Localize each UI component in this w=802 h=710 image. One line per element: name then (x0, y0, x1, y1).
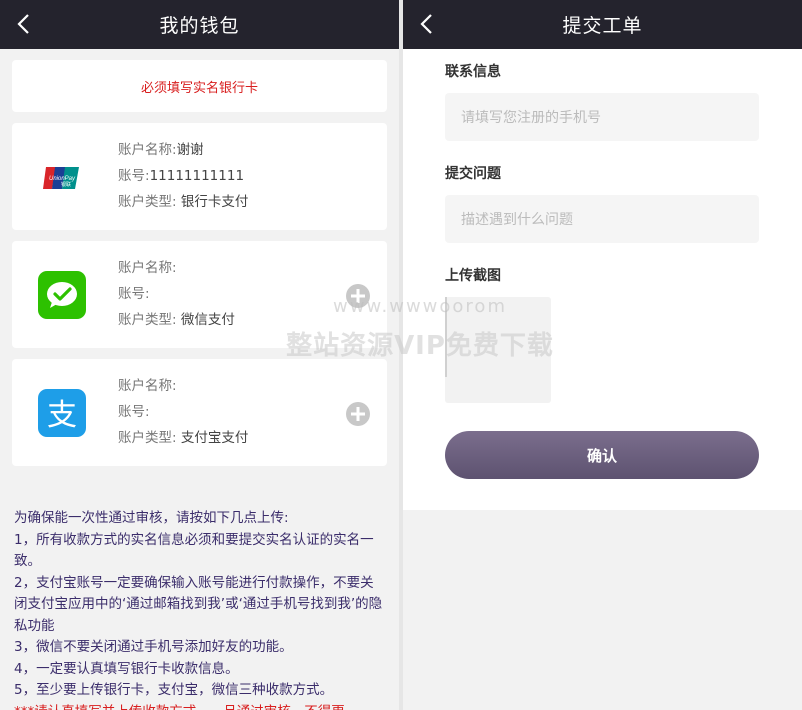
upload-rules: 为确保能一次性通过审核，请按如下几点上传: 1，所有收款方式的实名信息必须和要提… (14, 508, 385, 710)
svg-text:支: 支 (47, 398, 77, 433)
account-name-row: 账户名称:谢谢 (118, 142, 204, 158)
rules-warning: ***请认真填写并上传收款方式，一旦通过审核，不得更 (14, 702, 385, 710)
upload-label: 上传截图 (445, 268, 501, 284)
screenshot-stage: 我的钱包 必须填写实名银行卡 UnionPay 银联 账户名称:谢谢 账号:11… (0, 0, 802, 710)
problem-input-placeholder: 描述遇到什么问题 (461, 212, 573, 228)
svg-text:银联: 银联 (61, 181, 71, 188)
account-type-row: 账户类型: 微信支付 (118, 312, 235, 328)
add-wechat-plus-icon[interactable] (345, 283, 371, 309)
ticket-nav-bar: 提交工单 (403, 0, 802, 49)
contact-label: 联系信息 (445, 64, 501, 80)
unionpay-icon: UnionPay 银联 (42, 165, 82, 191)
add-alipay-plus-icon[interactable] (345, 401, 371, 427)
upload-box-edge (445, 297, 447, 377)
problem-label: 提交问题 (445, 166, 501, 182)
account-number-row: 账号: (118, 286, 150, 302)
screenshot-upload-box[interactable] (445, 297, 551, 403)
page-bottom-background (403, 510, 802, 710)
account-type-row: 账户类型: 银行卡支付 (118, 194, 249, 210)
page-title: 提交工单 (562, 15, 643, 37)
realname-notice: 必须填写实名银行卡 (12, 60, 387, 112)
back-arrow-icon[interactable] (14, 13, 36, 35)
account-name-row: 账户名称: (118, 378, 177, 394)
account-info: 账户名称: 账号: 账户类型: 微信支付 (118, 255, 235, 333)
rule-item: 2，支付宝账号一定要确保输入账号能进行付款操作，不要关闭支付宝应用中的‘通过邮箱… (14, 574, 383, 634)
wallet-nav-bar: 我的钱包 (0, 0, 399, 49)
wallet-screen: 我的钱包 必须填写实名银行卡 UnionPay 银联 账户名称:谢谢 账号:11… (0, 0, 399, 710)
phone-input-placeholder: 请填写您注册的手机号 (461, 110, 601, 126)
account-info: 账户名称: 账号: 账户类型: 支付宝支付 (118, 373, 248, 451)
account-number-row: 账号: (118, 404, 150, 420)
account-card-wechat[interactable]: 账户名称: 账号: 账户类型: 微信支付 (12, 241, 387, 348)
confirm-button[interactable]: 确认 (445, 431, 759, 479)
problem-input[interactable]: 描述遇到什么问题 (445, 195, 759, 243)
alipay-icon: 支 (38, 389, 86, 437)
back-arrow-icon[interactable] (417, 13, 439, 35)
account-name-row: 账户名称: (118, 260, 177, 276)
wechat-icon (38, 271, 86, 319)
phone-input[interactable]: 请填写您注册的手机号 (445, 93, 759, 141)
page-title: 我的钱包 (159, 15, 240, 37)
rules-intro: 为确保能一次性通过审核，请按如下几点上传: (14, 510, 289, 526)
rule-item: 4，一定要认真填写银行卡收款信息。 (14, 660, 239, 677)
account-card-alipay[interactable]: 支 账户名称: 账号: 账户类型: 支付宝支付 (12, 359, 387, 466)
realname-notice-text: 必须填写实名银行卡 (140, 80, 258, 96)
account-number-row: 账号:11111111111 (118, 168, 245, 184)
ticket-screen: 提交工单 联系信息 请填写您注册的手机号 提交问题 描述遇到什么问题 上传截图 … (403, 0, 802, 710)
account-info: 账户名称:谢谢 账号:11111111111 账户类型: 银行卡支付 (118, 137, 248, 215)
account-type-row: 账户类型: 支付宝支付 (118, 430, 249, 446)
ticket-form: 联系信息 请填写您注册的手机号 提交问题 描述遇到什么问题 上传截图 确认 (403, 49, 802, 479)
account-card-bank[interactable]: UnionPay 银联 账户名称:谢谢 账号:11111111111 账户类型:… (12, 123, 387, 230)
rule-item: 1，所有收款方式的实名信息必须和要提交实名认证的实名一致。 (14, 531, 374, 570)
rule-item: 5，至少要上传银行卡，支付宝，微信三种收款方式。 (14, 682, 334, 698)
rule-item: 3，微信不要关闭通过手机号添加好友的功能。 (14, 639, 293, 655)
